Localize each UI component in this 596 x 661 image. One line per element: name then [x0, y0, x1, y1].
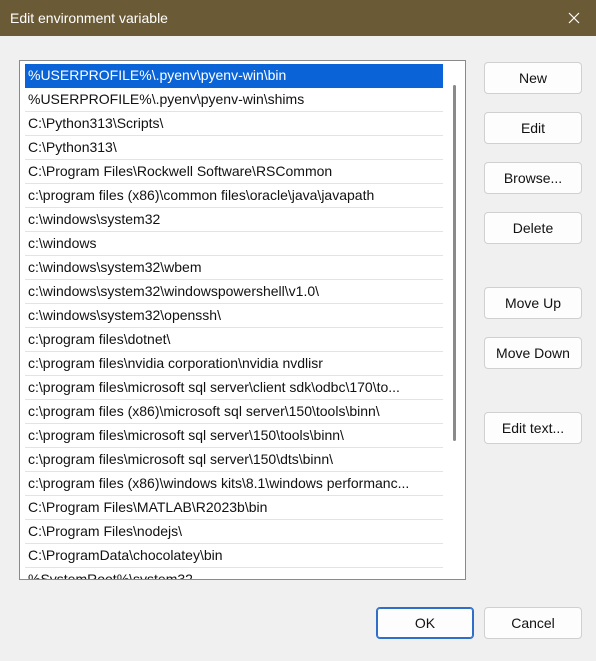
path-list-item[interactable]: c:\windows [25, 232, 443, 256]
path-list-item[interactable]: c:\windows\system32\wbem [25, 256, 443, 280]
path-list-item[interactable]: C:\Python313\ [25, 136, 443, 160]
path-list-item[interactable]: c:\program files (x86)\common files\orac… [25, 184, 443, 208]
title-bar[interactable]: Edit environment variable [0, 0, 596, 36]
path-list-item[interactable]: C:\Python313\Scripts\ [25, 112, 443, 136]
path-list-item[interactable]: C:\ProgramData\chocolatey\bin [25, 544, 443, 568]
path-list[interactable]: %USERPROFILE%\.pyenv\pyenv-win\bin %USERP… [19, 60, 466, 580]
scrollbar-thumb[interactable] [453, 85, 456, 441]
path-list-item[interactable]: c:\program files\microsoft sql server\15… [25, 448, 443, 472]
path-list-item[interactable]: c:\program files\microsoft sql server\cl… [25, 376, 443, 400]
path-list-item[interactable]: c:\windows\system32\windowspowershell\v1… [25, 280, 443, 304]
cancel-button[interactable]: Cancel [484, 607, 582, 639]
edit-text-button[interactable]: Edit text... [484, 412, 582, 444]
close-icon [568, 12, 580, 24]
dialog-title: Edit environment variable [10, 10, 168, 26]
path-list-item[interactable]: C:\Program Files\Rockwell Software\RSCom… [25, 160, 443, 184]
new-button[interactable]: New [484, 62, 582, 94]
move-up-button[interactable]: Move Up [484, 287, 582, 319]
path-list-item[interactable]: c:\program files\microsoft sql server\15… [25, 424, 443, 448]
delete-button[interactable]: Delete [484, 212, 582, 244]
path-list-item[interactable]: %SystemRoot%\system32 [25, 568, 443, 579]
edit-button[interactable]: Edit [484, 112, 582, 144]
path-list-item[interactable]: c:\program files (x86)\microsoft sql ser… [25, 400, 443, 424]
path-list-item[interactable]: c:\program files\nvidia corporation\nvid… [25, 352, 443, 376]
path-list-item[interactable]: c:\program files\dotnet\ [25, 328, 443, 352]
ok-button[interactable]: OK [376, 607, 474, 639]
move-down-button[interactable]: Move Down [484, 337, 582, 369]
close-button[interactable] [552, 0, 596, 36]
path-list-item[interactable]: c:\windows\system32 [25, 208, 443, 232]
path-list-item[interactable]: c:\program files (x86)\windows kits\8.1\… [25, 472, 443, 496]
edit-environment-variable-dialog: Edit environment variable %USERPROFILE%\… [0, 0, 596, 661]
path-list-item[interactable]: %USERPROFILE%\.pyenv\pyenv-win\bin [25, 64, 443, 88]
path-list-item[interactable]: C:\Program Files\MATLAB\R2023b\bin [25, 496, 443, 520]
path-list-item[interactable]: %USERPROFILE%\.pyenv\pyenv-win\shims [25, 88, 443, 112]
path-list-item[interactable]: c:\windows\system32\openssh\ [25, 304, 443, 328]
browse-button[interactable]: Browse... [484, 162, 582, 194]
path-list-item[interactable]: C:\Program Files\nodejs\ [25, 520, 443, 544]
